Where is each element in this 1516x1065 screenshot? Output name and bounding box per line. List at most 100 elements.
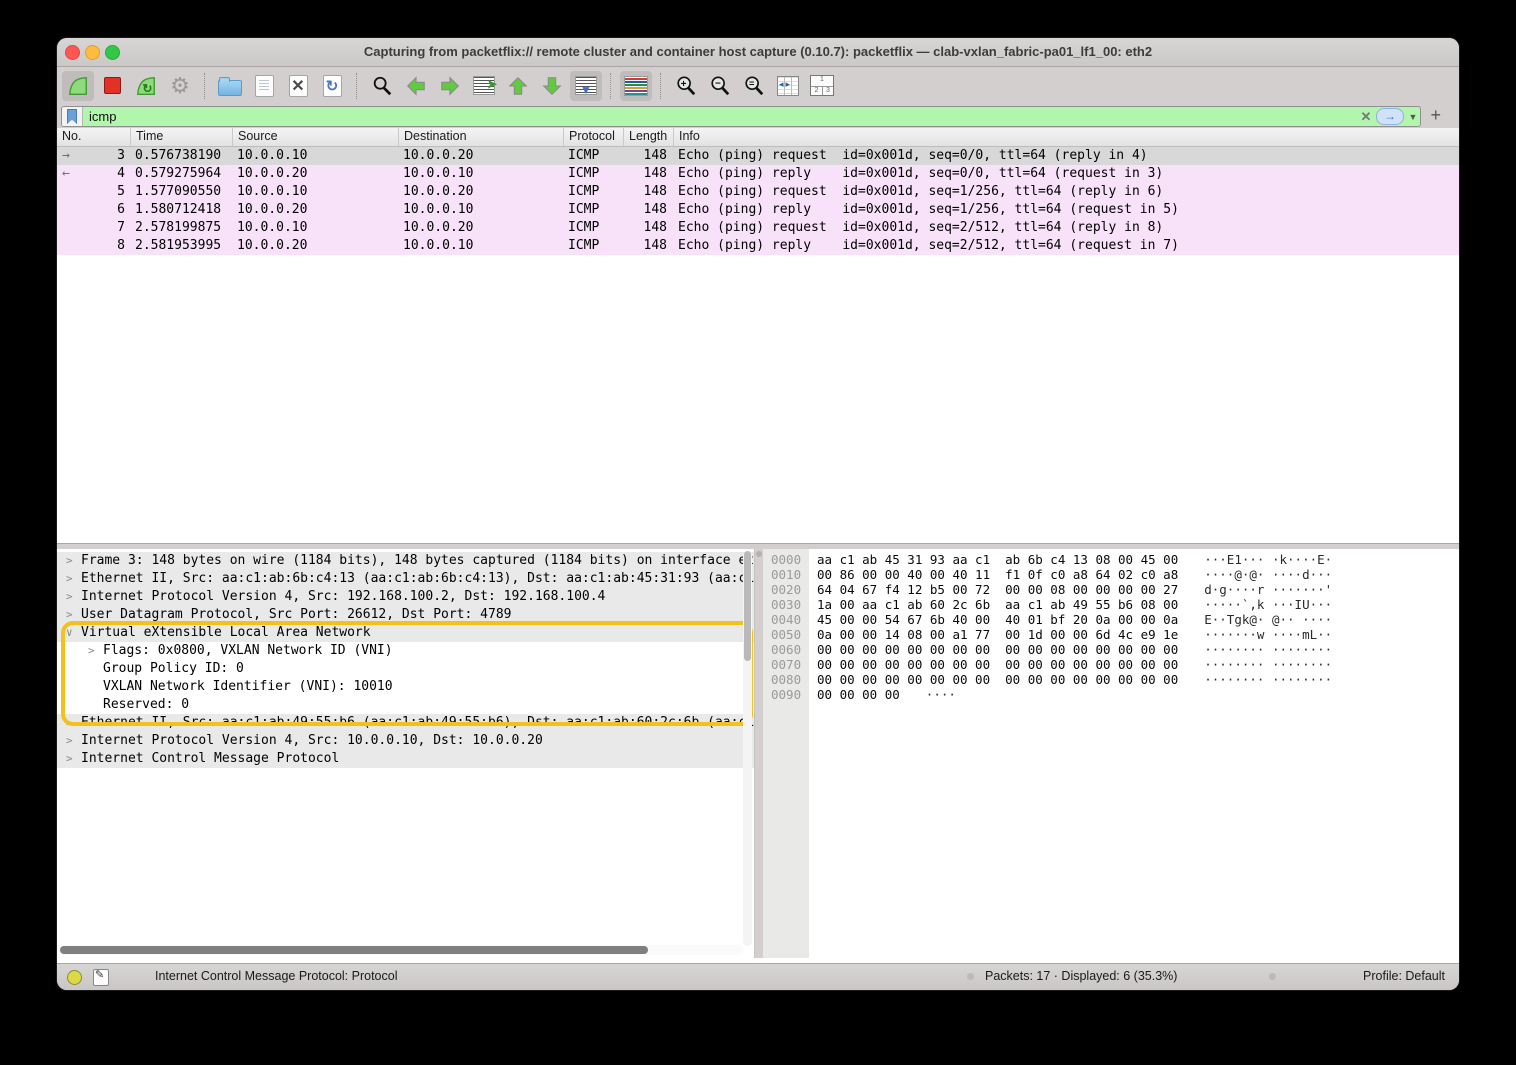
expander-icon[interactable]: > [66,750,73,768]
details-vertical-scrollbar[interactable] [743,551,752,946]
zoom-reset-button[interactable]: = [738,71,770,101]
detail-row-ip-inner[interactable]: >Internet Protocol Version 4, Src: 10.0.… [57,732,754,750]
toolbar-separator [356,73,358,99]
capture-comment-icon[interactable] [93,969,109,986]
capture-options-button[interactable]: ⚙ [164,71,196,101]
packet-row[interactable]: →3 0.576738190 10.0.0.10 10.0.0.20 ICMP … [57,147,1459,165]
hex-row[interactable]: 00500a 00 00 14 08 00 a1 77 00 1d 00 00 … [763,627,1459,642]
detail-row-vxlan[interactable]: ∨Virtual eXtensible Local Area Network [57,624,754,642]
hex-row[interactable]: 004045 00 00 54 67 6b 40 00 40 01 bf 20 … [763,612,1459,627]
packet-bytes-pane: 0000aa c1 ab 45 31 93 aa c1 ab 6b c4 13 … [763,549,1459,958]
resize-columns-button[interactable] [772,71,804,101]
close-file-button[interactable]: ✕ [282,71,314,101]
folder-icon [218,80,242,96]
hex-row[interactable]: 007000 00 00 00 00 00 00 00 00 00 00 00 … [763,657,1459,672]
packet-details-pane: >Frame 3: 148 bytes on wire (1184 bits),… [57,549,755,958]
detail-row-vxlan-vni[interactable]: VXLAN Network Identifier (VNI): 10010 [57,678,754,696]
down-arrow-icon [541,75,563,97]
close-file-icon: ✕ [289,75,308,97]
packet-row[interactable]: 8 2.581953995 10.0.0.20 10.0.0.10 ICMP 1… [57,237,1459,255]
packet-row[interactable]: ←4 0.579275964 10.0.0.20 10.0.0.10 ICMP … [57,165,1459,183]
packet-row[interactable]: 6 1.580712418 10.0.0.20 10.0.0.10 ICMP 1… [57,201,1459,219]
col-header-length[interactable]: Length [623,128,673,146]
go-back-button[interactable] [400,71,432,101]
expander-icon[interactable]: > [66,552,73,570]
colorize-button[interactable] [620,71,652,101]
col-header-source[interactable]: Source [232,128,398,146]
display-filter-field[interactable]: icmp ✕ → ▼ [61,106,1421,127]
go-first-packet-button[interactable] [502,71,534,101]
expander-icon[interactable]: > [66,606,73,624]
reload-file-button[interactable]: ↻ [316,71,348,101]
go-forward-button[interactable] [434,71,466,101]
zoom-reset-icon: = [743,75,765,97]
packet-list-header[interactable]: No. Time Source Destination Protocol Len… [57,128,1459,147]
scrollbar-thumb[interactable] [60,946,648,954]
wireshark-window: Capturing from packetflix:// remote clus… [57,38,1459,990]
hex-row[interactable]: 009000 00 00 00···· [763,687,1459,702]
reply-arrow-icon: ← [62,165,70,183]
col-header-destination[interactable]: Destination [398,128,563,146]
restart-capture-button[interactable]: ↻ [130,71,162,101]
detail-row-udp[interactable]: >User Datagram Protocol, Src Port: 26612… [57,606,754,624]
vertical-splitter[interactable] [755,549,763,958]
detail-row-icmp[interactable]: >Internet Control Message Protocol [57,750,754,768]
expander-icon[interactable]: > [66,732,73,750]
detail-row-vxlan-group-policy[interactable]: Group Policy ID: 0 [57,660,754,678]
col-header-protocol[interactable]: Protocol [563,128,623,146]
main-toolbar: ↻ ⚙ ✕ ↻ ➤ [57,67,1459,104]
filter-clear-button[interactable]: ✕ [1358,109,1374,125]
hex-row[interactable]: 0000aa c1 ab 45 31 93 aa c1 ab 6b c4 13 … [763,552,1459,567]
scrollbar-thumb[interactable] [744,551,751,661]
filter-dropdown-caret[interactable]: ▼ [1406,112,1420,122]
col-header-no[interactable]: No. [57,128,130,146]
zoom-in-icon: + [675,75,697,97]
auto-scroll-button[interactable]: ▼ [570,71,602,101]
start-capture-button[interactable] [62,71,94,101]
packet-row[interactable]: 5 1.577090550 10.0.0.10 10.0.0.20 ICMP 1… [57,183,1459,201]
hex-row[interactable]: 002064 04 67 f4 12 b5 00 72 00 00 08 00 … [763,582,1459,597]
detail-row-ethernet-outer[interactable]: >Ethernet II, Src: aa:c1:ab:6b:c4:13 (aa… [57,570,754,588]
col-header-info[interactable]: Info [673,128,1459,146]
toolbar-separator [204,73,206,99]
layout-button[interactable]: 123 [806,71,838,101]
display-filter-input[interactable]: icmp [83,109,1358,124]
back-arrow-icon [405,75,427,97]
svg-text:−: − [715,78,721,89]
go-last-packet-button[interactable] [536,71,568,101]
detail-row-vxlan-reserved[interactable]: Reserved: 0 [57,696,754,714]
details-horizontal-scrollbar[interactable] [59,945,743,955]
expander-icon[interactable]: > [66,714,73,732]
up-arrow-icon [507,75,529,97]
hex-row[interactable]: 008000 00 00 00 00 00 00 00 00 00 00 00 … [763,672,1459,687]
go-to-packet-button[interactable]: ➤ [468,71,500,101]
save-file-button[interactable] [248,71,280,101]
detail-row-ip-outer[interactable]: >Internet Protocol Version 4, Src: 192.1… [57,588,754,606]
hex-row[interactable]: 006000 00 00 00 00 00 00 00 00 00 00 00 … [763,642,1459,657]
open-file-button[interactable] [214,71,246,101]
expert-info-icon[interactable] [67,970,82,985]
status-bar: Internet Control Message Protocol: Proto… [57,963,1459,990]
zoom-in-button[interactable]: + [670,71,702,101]
hex-row[interactable]: 00301a 00 aa c1 ab 60 2c 6b aa c1 ab 49 … [763,597,1459,612]
expander-icon[interactable]: > [66,570,73,588]
expander-icon[interactable]: > [88,642,95,660]
detail-row-frame[interactable]: >Frame 3: 148 bytes on wire (1184 bits),… [57,552,754,570]
filter-apply-button[interactable]: → [1376,108,1404,125]
reload-icon: ↻ [323,75,342,97]
col-header-time[interactable]: Time [130,128,232,146]
expander-icon[interactable]: > [66,588,73,606]
title-bar[interactable]: Capturing from packetflix:// remote clus… [57,38,1459,67]
profile-status[interactable]: Profile: Default [1363,969,1445,983]
detail-row-ethernet-inner[interactable]: >Ethernet II, Src: aa:c1:ab:49:55:b6 (aa… [57,714,754,732]
find-packet-button[interactable] [366,71,398,101]
stop-capture-button[interactable] [96,71,128,101]
hex-row[interactable]: 001000 86 00 00 40 00 40 11 f1 0f c0 a8 … [763,567,1459,582]
filter-bookmark-button[interactable] [62,107,83,126]
zoom-out-button[interactable]: − [704,71,736,101]
filter-add-button[interactable]: + [1430,106,1441,125]
expander-icon[interactable]: ∨ [66,624,73,642]
wireshark-fin-icon [67,75,89,97]
packet-row[interactable]: 7 2.578199875 10.0.0.10 10.0.0.20 ICMP 1… [57,219,1459,237]
detail-row-vxlan-flags[interactable]: >Flags: 0x0800, VXLAN Network ID (VNI) [57,642,754,660]
